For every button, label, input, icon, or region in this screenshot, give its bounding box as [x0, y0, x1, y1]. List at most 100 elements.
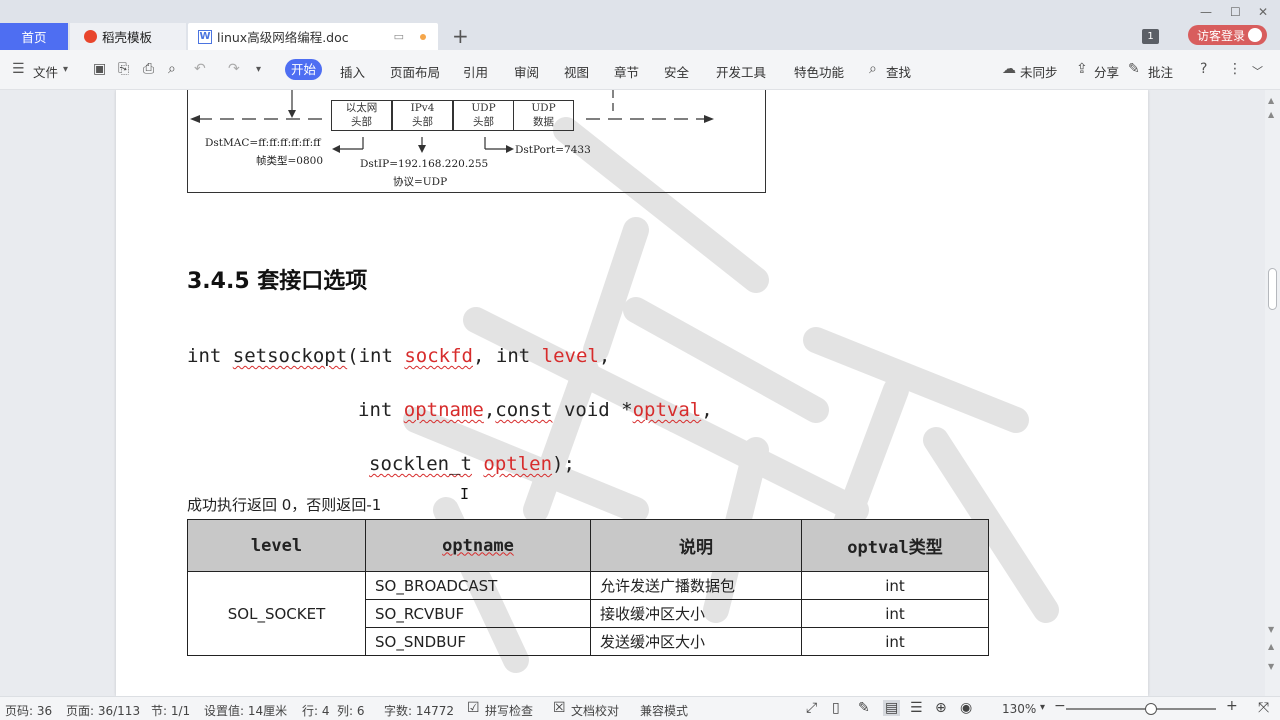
cloud-sync-icon[interactable]: ☁	[1002, 61, 1016, 77]
fullscreen-icon[interactable]: ⤢	[806, 700, 817, 716]
code-param-optname: optname	[403, 399, 484, 421]
eye-protect-icon[interactable]: ◉	[960, 700, 972, 716]
tab-home[interactable]: 首页	[0, 23, 68, 50]
udp-header-box: UDP 头部	[453, 100, 514, 131]
sync-status[interactable]: 未同步	[1020, 62, 1058, 81]
tab-docer-templates[interactable]: 稻壳模板	[70, 23, 186, 50]
export-icon[interactable]: ⎘	[118, 61, 129, 77]
status-word-count[interactable]: 字数: 14772	[384, 702, 454, 719]
scroll-up-icon[interactable]: ▲	[1268, 96, 1274, 105]
ribbon-menu-bar: ☰ 文件 ▾ ▣ ⎘ ⎙ ⌕ ↶ ↷ ▾ 开始 插入 页面布局 引用 审阅 视图…	[0, 50, 1280, 90]
tab-document[interactable]: W linux高级网络编程.doc ▭	[188, 23, 438, 50]
status-section[interactable]: 节: 1/1	[151, 702, 190, 719]
menu-start[interactable]: 开始	[285, 59, 322, 80]
document-area[interactable]: 以太网 头部 IPv4 头部 UDP 头部 UDP 数据 DstMAC=ff:f…	[0, 90, 1265, 696]
status-page-code[interactable]: 页码: 36	[5, 702, 52, 719]
vertical-scrollbar[interactable]: ▲ ▲ ▼ ▲ ▼	[1265, 90, 1280, 696]
menu-chapter[interactable]: 章节	[614, 62, 639, 81]
menu-find[interactable]: 查找	[886, 62, 911, 81]
status-page[interactable]: 页面: 36/113	[66, 702, 140, 719]
web-view-icon[interactable]: ⊕	[935, 700, 947, 716]
search-icon[interactable]: ⌕	[869, 61, 877, 77]
menu-review[interactable]: 审阅	[514, 62, 539, 81]
hamburger-menu-icon[interactable]: ☰	[12, 61, 25, 77]
next-page-icon[interactable]: ▼	[1268, 662, 1274, 671]
wps-writer-icon: W	[198, 29, 212, 44]
code-token: void *	[552, 399, 633, 421]
unsaved-dot-icon	[420, 34, 426, 40]
menu-insert[interactable]: 插入	[340, 62, 365, 81]
chevron-down-icon[interactable]: ▾	[63, 64, 68, 75]
menu-file[interactable]: 文件	[33, 62, 58, 81]
code-token: (int	[347, 345, 405, 367]
code-token: );	[552, 453, 575, 475]
page-view-icon[interactable]: ▤	[883, 700, 901, 716]
docer-logo-icon	[84, 30, 97, 43]
box-label-bottom: 数据	[533, 116, 554, 128]
redo-icon[interactable]: ↷	[228, 61, 240, 77]
scroll-down-icon[interactable]: ▼	[1268, 625, 1274, 634]
more-chevron-icon[interactable]: ▾	[256, 64, 261, 75]
status-bar: 页码: 36 页面: 36/113 节: 1/1 设置值: 14厘米 行: 4 …	[0, 696, 1280, 720]
status-row[interactable]: 行: 4	[302, 702, 330, 719]
compat-mode: 兼容模式	[640, 704, 689, 718]
menu-developer-tools[interactable]: 开发工具	[716, 62, 766, 81]
more-options-icon[interactable]: ⋮	[1228, 61, 1242, 77]
packet-diagram: 以太网 头部 IPv4 头部 UDP 头部 UDP 数据 DstMAC=ff:f…	[187, 90, 766, 193]
status-col[interactable]: 列: 6	[337, 702, 365, 719]
zoom-slider-track[interactable]	[1066, 708, 1216, 710]
read-mode-icon[interactable]: ▯	[832, 700, 840, 716]
scrollbar-thumb[interactable]	[1268, 268, 1277, 310]
menu-security[interactable]: 安全	[664, 62, 689, 81]
header-level: level	[187, 519, 366, 572]
code-type-socklen: socklen_t	[369, 453, 472, 475]
minimize-button[interactable]: —	[1200, 5, 1212, 19]
proofread-button[interactable]: 文档校对	[571, 702, 619, 719]
help-icon[interactable]: ?	[1200, 61, 1207, 77]
return-value-text: 成功执行返回 0，否则返回-1	[187, 496, 382, 514]
save-icon[interactable]: ▣	[93, 61, 106, 77]
spell-check-icon[interactable]: ☑	[467, 700, 480, 716]
spell-check-button[interactable]: 拼写检查	[485, 702, 533, 719]
close-button[interactable]: ✕	[1258, 5, 1268, 19]
maximize-button[interactable]: ☐	[1230, 5, 1241, 19]
zoom-dropdown-icon[interactable]: ▾	[1040, 702, 1045, 713]
tab-window-icon[interactable]: ▭	[394, 30, 404, 43]
print-preview-icon[interactable]: ⌕	[168, 61, 176, 77]
share-button[interactable]: 分享	[1094, 62, 1119, 81]
zoom-slider-knob[interactable]	[1145, 703, 1157, 715]
menu-references[interactable]: 引用	[463, 62, 488, 81]
document-page[interactable]: 以太网 头部 IPv4 头部 UDP 头部 UDP 数据 DstMAC=ff:f…	[116, 90, 1148, 696]
level-cell: SOL_SOCKET	[187, 571, 366, 656]
fit-page-icon[interactable]: ⤧	[1258, 700, 1269, 716]
annotate-button[interactable]: 批注	[1148, 62, 1173, 81]
prev-page-icon[interactable]: ▲	[1268, 642, 1274, 651]
visitor-login-label: 访客登录	[1197, 28, 1246, 43]
undo-icon[interactable]: ↶	[194, 61, 206, 77]
menu-special-features[interactable]: 特色功能	[794, 62, 844, 81]
box-label-bottom: 头部	[473, 116, 494, 128]
collapse-ribbon-icon[interactable]: ﹀	[1252, 63, 1263, 79]
zoom-out-icon[interactable]: −	[1054, 698, 1066, 714]
menu-page-layout[interactable]: 页面布局	[390, 62, 440, 81]
window-count-badge[interactable]: 1	[1142, 29, 1159, 44]
description-cell: 允许发送广播数据包	[590, 571, 802, 600]
code-param-sockfd: sockfd	[404, 345, 473, 367]
zoom-in-icon[interactable]: +	[1226, 698, 1238, 714]
proofread-icon[interactable]: ☒	[553, 700, 566, 716]
dst-ip-label: DstIP=192.168.220.255	[360, 158, 489, 170]
edit-mode-icon[interactable]: ✎	[858, 700, 870, 716]
scroll-up-icon[interactable]: ▲	[1268, 110, 1274, 119]
annotate-icon[interactable]: ✎	[1128, 61, 1140, 77]
visitor-login-button[interactable]: 访客登录	[1188, 25, 1267, 45]
print-icon[interactable]: ⎙	[143, 61, 154, 77]
outline-view-icon[interactable]: ☰	[910, 700, 923, 716]
new-tab-button[interactable]: +	[452, 26, 469, 46]
code-line-3: socklen_t optlen);	[369, 453, 575, 475]
zoom-level[interactable]: 130%	[1002, 702, 1036, 716]
menu-view[interactable]: 视图	[564, 62, 589, 81]
header-optname: optname	[365, 519, 591, 572]
status-setting[interactable]: 设置值: 14厘米	[204, 702, 287, 719]
share-icon[interactable]: ⇪	[1076, 61, 1088, 77]
